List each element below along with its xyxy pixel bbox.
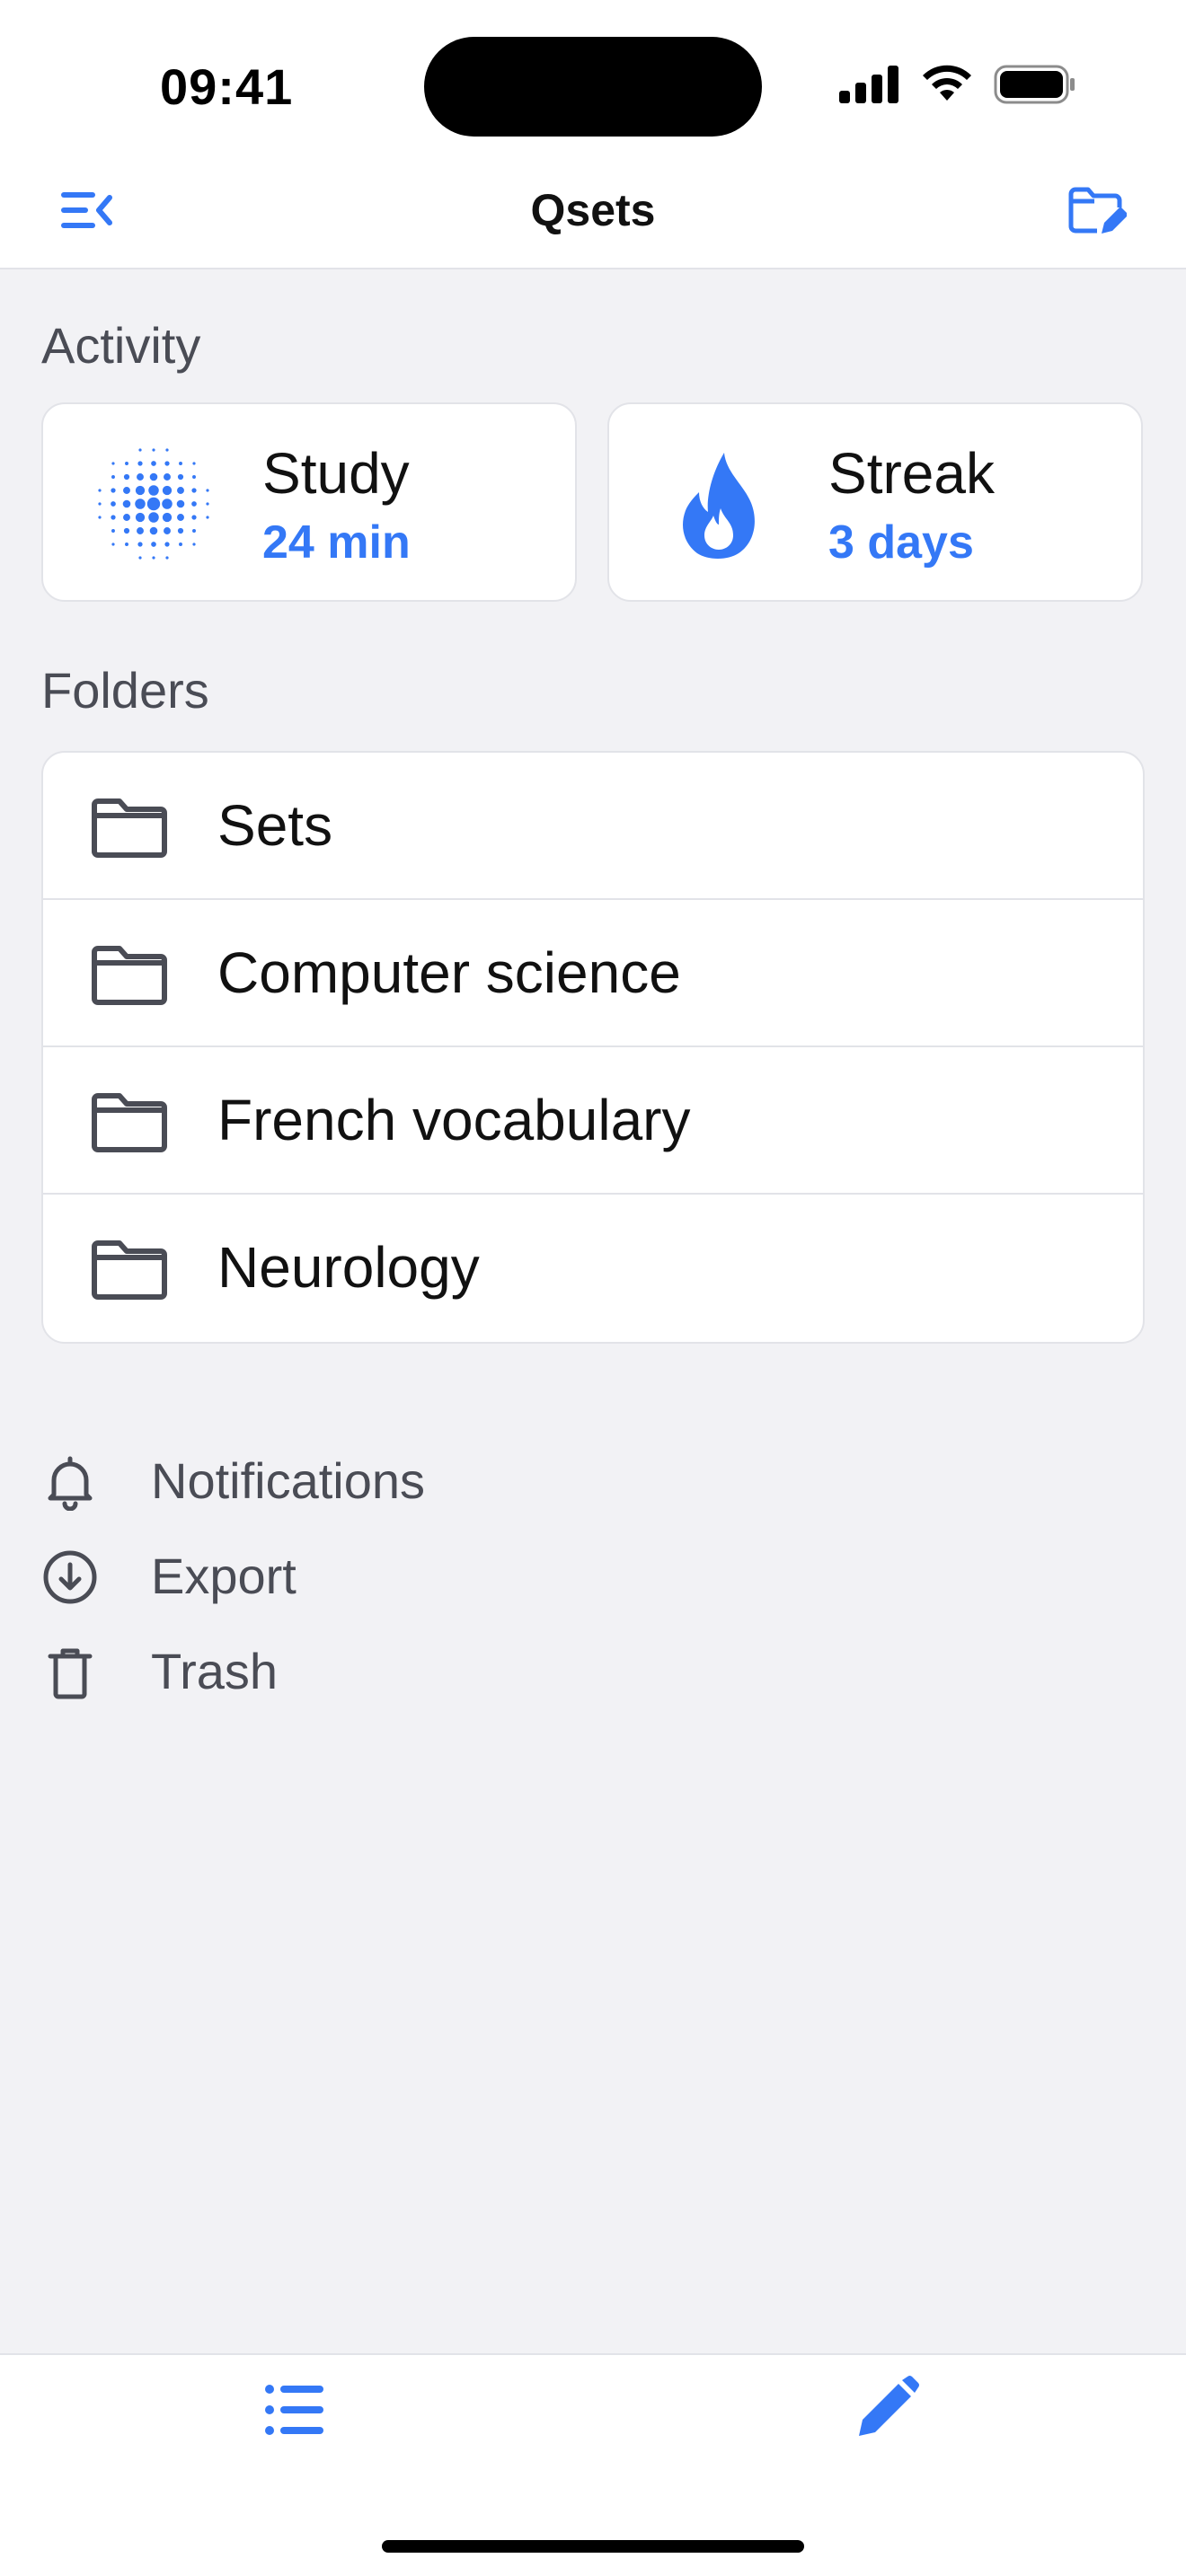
notifications-item[interactable]: Notifications <box>41 1446 670 1518</box>
status-time: 09:41 <box>160 58 294 115</box>
export-label: Export <box>151 1548 296 1604</box>
trash-item[interactable]: Trash <box>41 1636 670 1708</box>
halftone-dots-icon <box>98 448 209 560</box>
list-icon[interactable] <box>264 2382 325 2438</box>
folder-row-sets[interactable]: Sets <box>43 753 1143 900</box>
streak-title: Streak <box>828 441 995 506</box>
activity-section-label: Activity <box>41 317 201 374</box>
folder-icon <box>92 798 167 858</box>
export-item[interactable]: Export <box>41 1541 670 1613</box>
dynamic-island <box>424 37 762 137</box>
download-circle-icon <box>43 1550 97 1604</box>
wifi-icon <box>923 65 971 101</box>
folder-label: Sets <box>217 793 333 858</box>
folder-label: Computer science <box>217 940 681 1005</box>
folder-edit-icon[interactable] <box>1066 183 1127 241</box>
pencil-icon[interactable] <box>855 2375 920 2439</box>
streak-card[interactable]: Streak 3 days <box>607 402 1143 602</box>
flame-icon <box>683 453 755 559</box>
cellular-signal-icon <box>839 66 898 103</box>
battery-icon <box>994 65 1075 104</box>
trash-label: Trash <box>151 1643 279 1699</box>
study-title: Study <box>262 441 410 506</box>
page-title: Qsets <box>530 185 656 235</box>
study-value: 24 min <box>262 516 411 569</box>
bell-icon <box>48 1456 93 1511</box>
folder-icon <box>92 946 167 1005</box>
status-icons <box>839 65 1076 104</box>
folder-icon <box>92 1240 167 1300</box>
top-area: 09:41 Qsets <box>0 0 1186 269</box>
folder-row-computer-science[interactable]: Computer science <box>43 900 1143 1047</box>
study-card[interactable]: Study 24 min <box>41 402 577 602</box>
folder-list: Sets Computer science French vocabulary … <box>41 751 1145 1344</box>
trash-icon <box>48 1648 93 1699</box>
folder-row-french-vocabulary[interactable]: French vocabulary <box>43 1047 1143 1195</box>
folder-label: French vocabulary <box>217 1088 691 1152</box>
streak-value: 3 days <box>828 516 974 569</box>
folder-label: Neurology <box>217 1235 480 1300</box>
notifications-label: Notifications <box>151 1452 426 1509</box>
folders-section-label: Folders <box>41 662 209 719</box>
home-indicator <box>382 2540 804 2553</box>
folder-icon <box>92 1093 167 1152</box>
folder-row-neurology[interactable]: Neurology <box>43 1195 1143 1342</box>
